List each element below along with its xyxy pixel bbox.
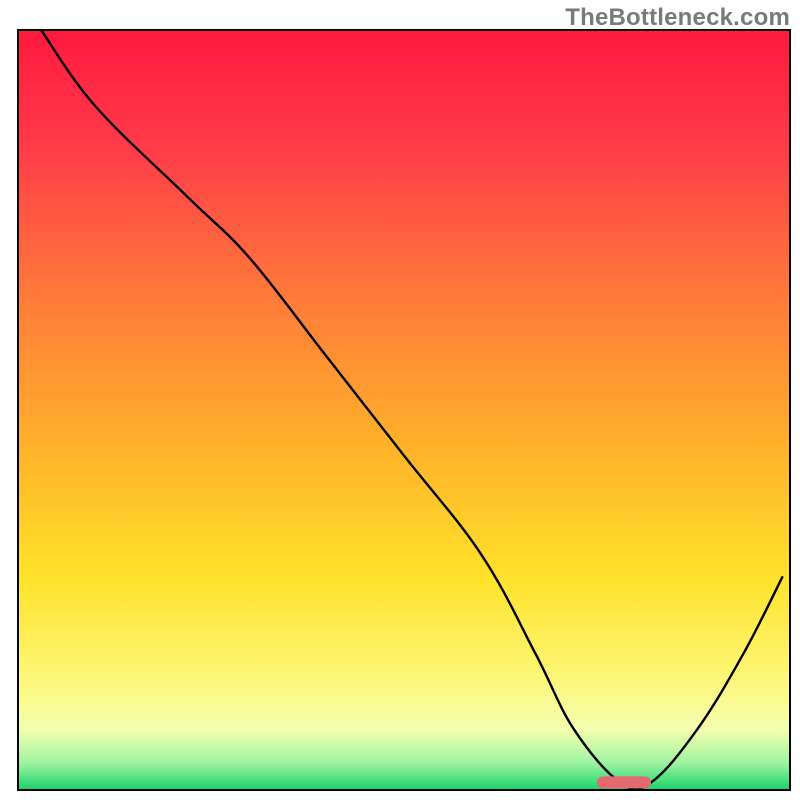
optimum-bar [597, 776, 651, 788]
chart-stage: TheBottleneck.com [0, 0, 800, 800]
bottleneck-chart [0, 0, 800, 800]
